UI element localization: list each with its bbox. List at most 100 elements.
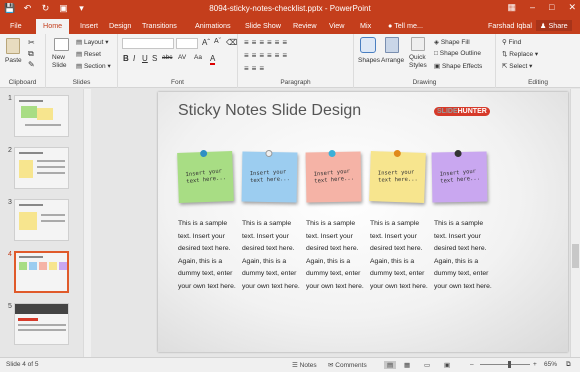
paste-button[interactable]: Paste [5, 57, 22, 64]
tab-insert[interactable]: Insert [80, 21, 98, 30]
shrink-font-icon[interactable]: Aˇ [214, 38, 221, 45]
thumbnail-number: 3 [8, 199, 12, 206]
minimize-icon[interactable]: – [530, 2, 535, 13]
underline-button[interactable]: U [142, 54, 148, 63]
sticky-note-text: Insert your text here... [313, 168, 355, 185]
tab-file[interactable]: File [10, 21, 22, 30]
arrange-button[interactable]: Arrange [381, 57, 404, 64]
slide-thumbnail-pane: 1 2 3 4 5 [0, 89, 83, 357]
shadow-button[interactable]: S [152, 54, 157, 63]
text-direction-buttons[interactable]: ≡≡≡ [244, 64, 267, 73]
normal-view-icon[interactable]: ▤ [384, 361, 397, 369]
slide-thumbnail-2[interactable] [14, 147, 69, 189]
drawing-group: Shapes Arrange Quick Styles ◈ Shape Fill… [354, 34, 496, 88]
tab-transitions[interactable]: Transitions [142, 21, 177, 30]
quick-styles-button[interactable]: Quick Styles [409, 54, 427, 70]
replace-button[interactable]: ⇅ Replace ▾ [502, 50, 538, 58]
align-buttons[interactable]: ≡≡≡≡≡≡ [244, 51, 290, 60]
paragraph-group: ≡≡≡≡≡≡ ≡≡≡≡≡≡ ≡≡≡ Paragraph [238, 34, 354, 88]
shape-outline-button[interactable]: □ Shape Outline [434, 50, 481, 57]
reading-view-icon[interactable]: ▭ [424, 361, 430, 369]
italic-button[interactable]: I [133, 54, 135, 63]
clear-format-icon[interactable]: ⌫ [226, 38, 237, 47]
find-button[interactable]: ⚲ Find [502, 38, 521, 46]
font-color-button[interactable]: A [210, 54, 216, 65]
layout-icon: ▤ [76, 39, 84, 46]
shape-effects-button[interactable]: ▣ Shape Effects [434, 62, 482, 70]
notes-button[interactable]: ☰ Notes [292, 361, 317, 369]
slide-thumbnail-1[interactable] [14, 95, 69, 137]
select-button[interactable]: ⇱ Select ▾ [502, 62, 532, 70]
description-text[interactable]: This is a sample text. Insert your desir… [242, 218, 300, 293]
slide-title[interactable]: Sticky Notes Slide Design [178, 102, 361, 120]
tab-review[interactable]: Review [293, 21, 317, 30]
zoom-slider-thumb[interactable] [508, 361, 511, 368]
tab-mix[interactable]: Mix [360, 21, 371, 30]
new-slide-button[interactable]: New Slide [52, 54, 66, 70]
slide-sorter-icon[interactable]: ▦ [404, 361, 410, 369]
font-size-input[interactable] [176, 38, 198, 49]
slide-thumbnail-5[interactable] [14, 303, 69, 345]
tab-view[interactable]: View [329, 21, 344, 30]
slide-scrollbar[interactable] [570, 89, 580, 357]
format-painter-icon[interactable]: ✎ [28, 60, 35, 69]
thumbnail-number: 2 [8, 147, 12, 154]
zoom-slider[interactable] [480, 364, 530, 365]
fit-slide-icon[interactable]: ⧉ [566, 361, 571, 369]
sticky-note-3[interactable]: Insert your text here... [305, 149, 362, 203]
share-button[interactable]: ♟ Share [536, 20, 572, 31]
change-case-button[interactable]: Aa [194, 54, 202, 61]
copy-icon[interactable]: ⧉ [28, 49, 34, 59]
description-text[interactable]: This is a sample text. Insert your desir… [306, 218, 364, 293]
ribbon-options-icon[interactable]: ▦ [507, 2, 516, 13]
description-text[interactable]: This is a sample text. Insert your desir… [178, 218, 236, 293]
layout-button[interactable]: ▤ Layout ▾ [76, 38, 109, 46]
shapes-button[interactable]: Shapes [358, 57, 380, 64]
tab-home[interactable]: Home [36, 19, 70, 34]
strikethrough-button[interactable]: abc [162, 54, 172, 61]
logo: SLIDEHUNTER [434, 107, 490, 116]
paste-icon[interactable] [6, 38, 20, 54]
zoom-in-icon[interactable]: + [533, 361, 537, 368]
slideshow-icon[interactable]: ▣ [444, 361, 450, 369]
bold-button[interactable]: B [123, 54, 129, 63]
grow-font-icon[interactable]: Aˆ [202, 38, 210, 47]
zoom-out-icon[interactable]: – [470, 361, 474, 368]
scrollbar-thumb[interactable] [572, 244, 579, 268]
arrange-icon[interactable] [385, 37, 399, 53]
section-button[interactable]: ▤ Section ▾ [76, 62, 111, 70]
zoom-level[interactable]: 65% [544, 361, 557, 368]
current-slide[interactable]: Sticky Notes Slide Design SLIDEHUNTER In… [158, 92, 568, 352]
reset-button[interactable]: ▤ Reset [76, 50, 101, 58]
clipboard-group: Paste ✂ ⧉ ✎ Clipboard [0, 34, 46, 88]
shape-effects-icon: ▣ [434, 63, 442, 70]
tab-design[interactable]: Design [109, 21, 131, 30]
tell-me-box[interactable]: ● Tell me... [388, 21, 423, 30]
sticky-note-4[interactable]: Insert your text here... [369, 149, 426, 203]
description-text[interactable]: This is a sample text. Insert your desir… [434, 218, 492, 293]
maximize-icon[interactable]: □ [549, 2, 554, 13]
user-name[interactable]: Farshad Iqbal [488, 21, 532, 30]
tab-slide-show[interactable]: Slide Show [245, 21, 281, 30]
description-text[interactable]: This is a sample text. Insert your desir… [370, 218, 428, 293]
sticky-note-2[interactable]: Insert your text here... [241, 149, 298, 203]
tab-animations[interactable]: Animations [195, 21, 231, 30]
comments-button[interactable]: ✉ Comments [328, 361, 367, 369]
quick-styles-icon[interactable] [411, 37, 425, 51]
sticky-note-1[interactable]: Insert your text here... [177, 149, 234, 203]
ribbon-tabs: File Home Insert Design Transitions Anim… [0, 18, 580, 34]
close-icon[interactable]: ✕ [568, 2, 576, 13]
font-name-input[interactable] [122, 38, 174, 49]
status-bar: Slide 4 of 5 ☰ Notes ✉ Comments ▤ ▦ ▭ ▣ … [0, 357, 580, 372]
slide-thumbnail-4[interactable] [14, 251, 69, 293]
new-slide-icon[interactable] [54, 38, 69, 51]
char-spacing-button[interactable]: AV [178, 54, 186, 61]
shapes-icon[interactable] [360, 37, 376, 53]
thumbnail-scrollbar[interactable] [83, 89, 91, 357]
thumbnail-number: 5 [8, 303, 12, 310]
list-buttons[interactable]: ≡≡≡≡≡≡ [244, 38, 290, 47]
shape-fill-button[interactable]: ◈ Shape Fill [434, 38, 470, 46]
sticky-note-5[interactable]: Insert your text here... [431, 149, 488, 203]
slide-thumbnail-3[interactable] [14, 199, 69, 241]
cut-icon[interactable]: ✂ [28, 38, 35, 47]
